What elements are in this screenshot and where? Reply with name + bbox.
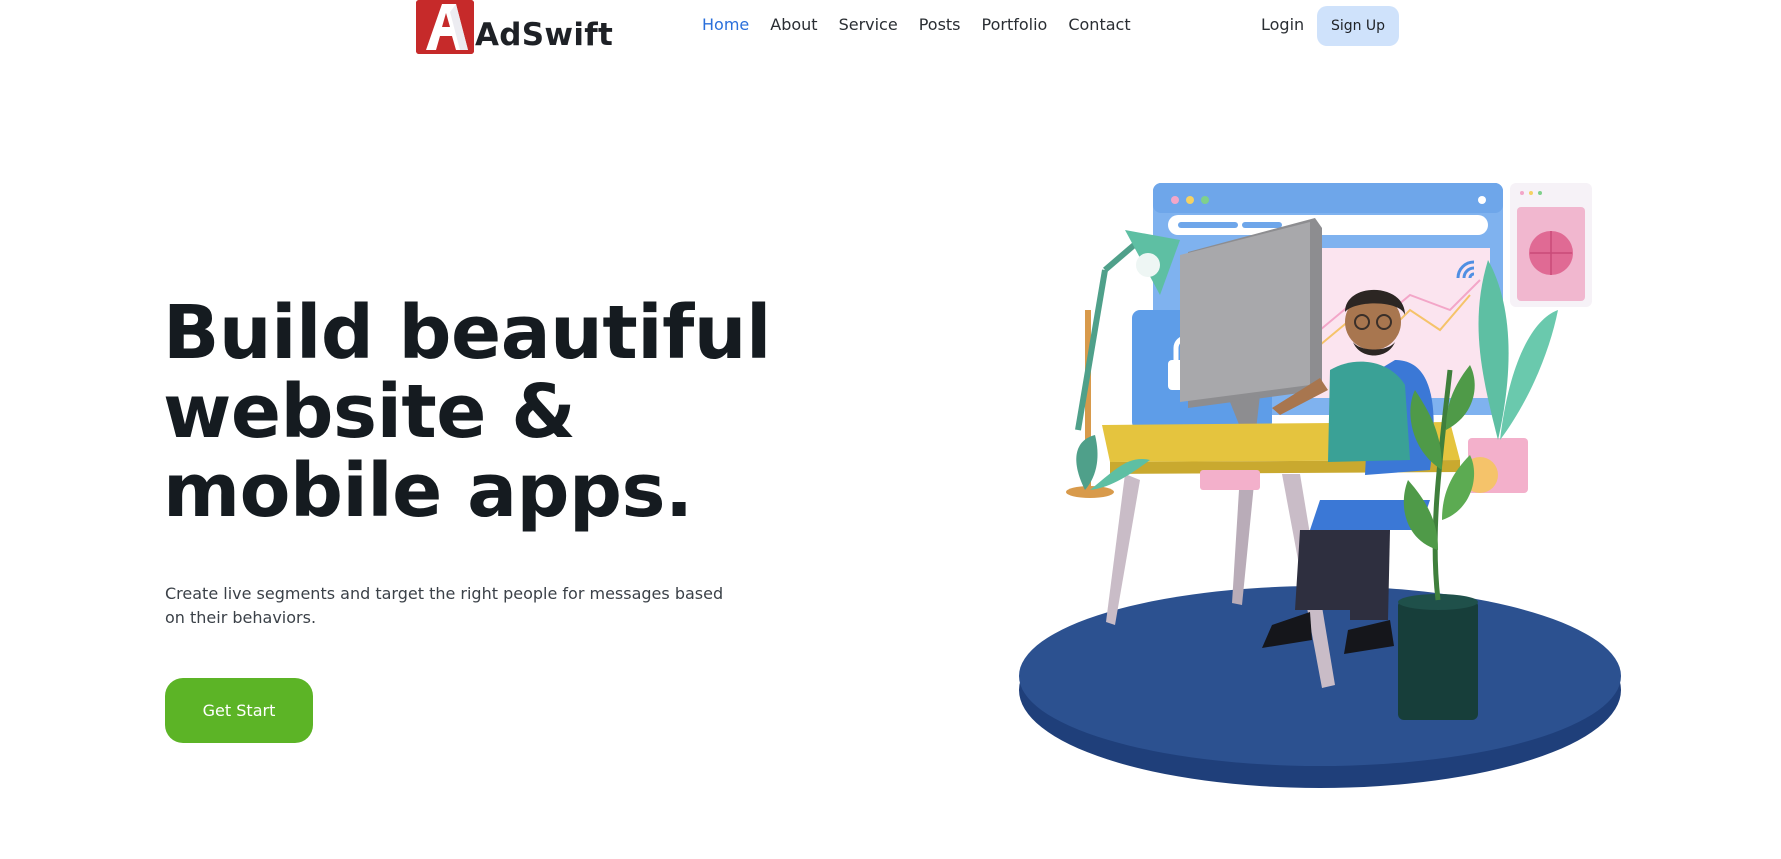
main-nav: Home About Service Posts Portfolio Conta… (702, 14, 1152, 36)
nav-item-service[interactable]: Service (839, 14, 898, 36)
person-at-desk-illustration (1010, 170, 1630, 810)
site-header: AdSwift Home About Service Posts Portfol… (0, 0, 1781, 56)
illustration-svg (1019, 183, 1621, 788)
nav-item-posts[interactable]: Posts (919, 14, 961, 36)
hero-title-line: website & (163, 369, 576, 455)
hero-subtitle: Create live segments and target the righ… (165, 584, 724, 627)
nav-item-about[interactable]: About (770, 14, 817, 36)
hero-title-line: Build beautiful (163, 290, 771, 376)
nav-item-contact[interactable]: Contact (1068, 14, 1130, 36)
adswift-logo-icon (416, 0, 474, 54)
brand-name: AdSwift (475, 17, 614, 53)
nav-item-portfolio[interactable]: Portfolio (982, 14, 1048, 36)
login-link[interactable]: Login (1261, 14, 1304, 36)
brand-logo[interactable]: AdSwift (416, 0, 613, 54)
hero-title: Build beautiful website & mobile apps. (163, 294, 803, 531)
hero-title-line: mobile apps. (163, 448, 693, 534)
signup-button[interactable]: Sign Up (1317, 6, 1399, 46)
get-start-button[interactable]: Get Start (165, 678, 313, 743)
nav-item-home[interactable]: Home (702, 14, 749, 36)
